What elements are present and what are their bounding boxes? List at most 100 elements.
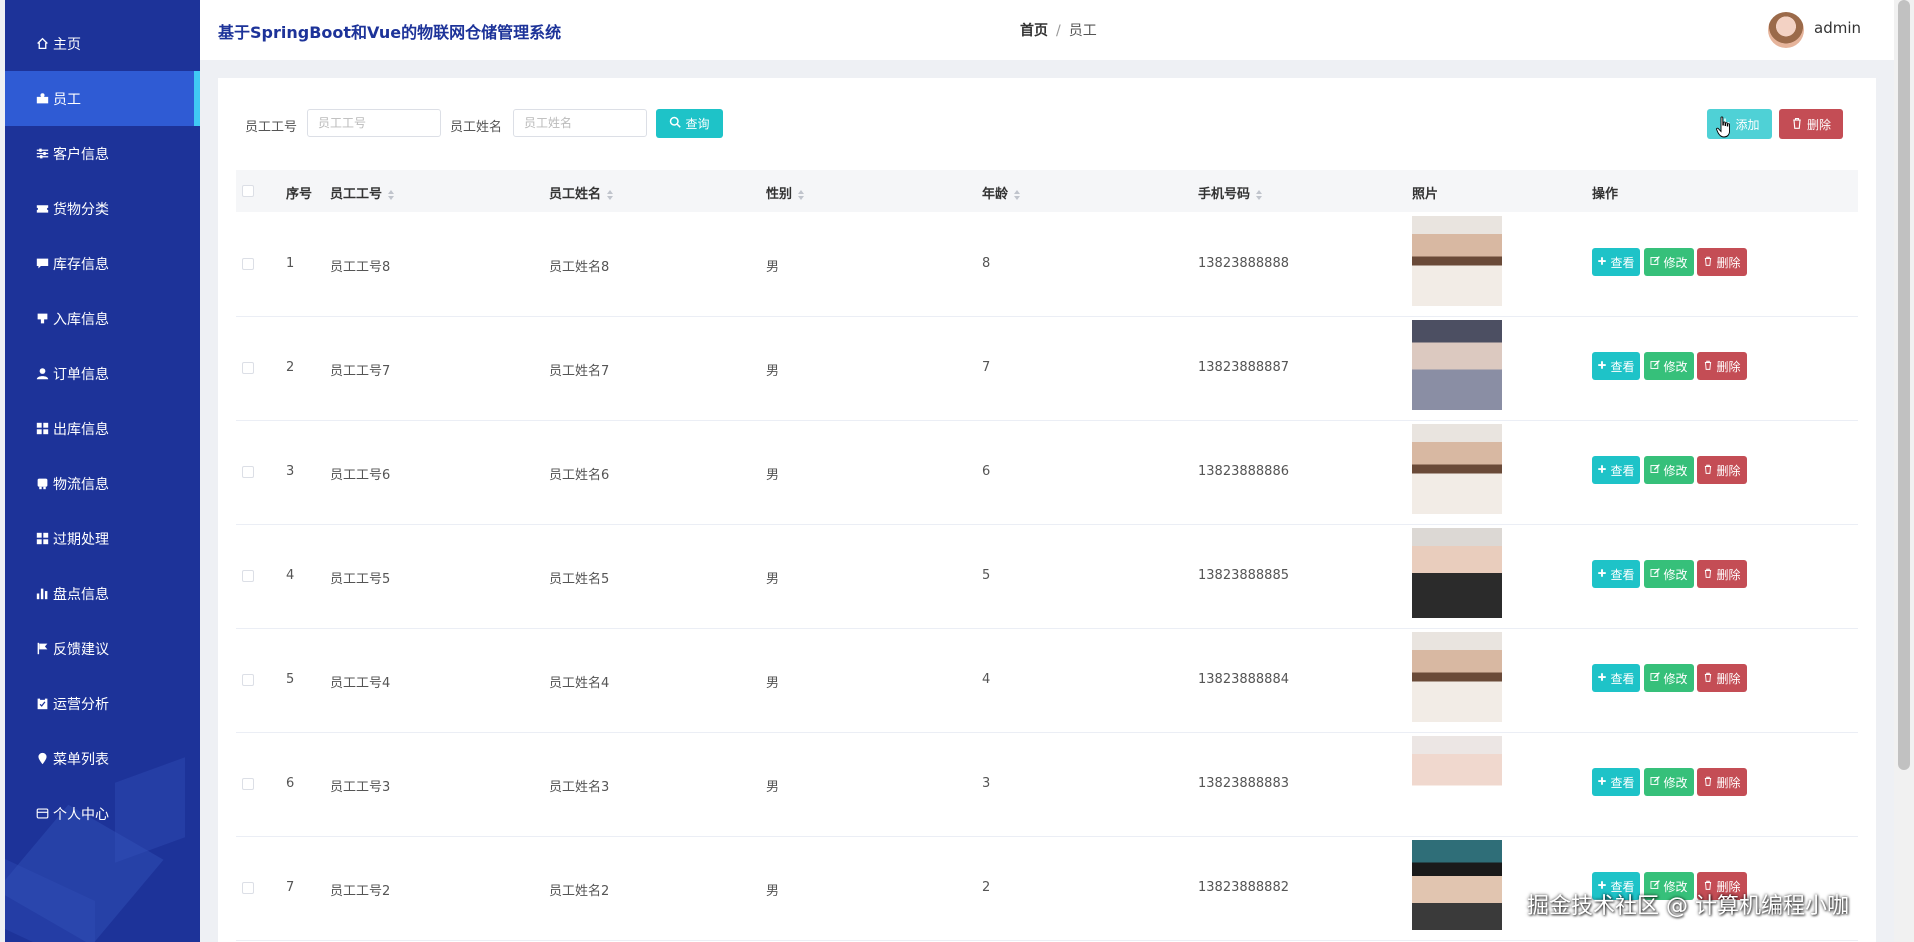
sidebar-item-orders[interactable]: 订单信息 bbox=[5, 346, 200, 401]
column-header-label: 性别 bbox=[766, 187, 793, 202]
employee-photo[interactable] bbox=[1412, 840, 1502, 930]
row-checkbox[interactable] bbox=[242, 882, 254, 894]
row-checkbox[interactable] bbox=[242, 466, 254, 478]
view-button-label: 查看 bbox=[1610, 463, 1635, 478]
person-icon bbox=[35, 367, 49, 381]
home-icon bbox=[35, 37, 49, 51]
sidebar-item-label: 出库信息 bbox=[53, 421, 109, 438]
view-button-label: 查看 bbox=[1610, 359, 1635, 374]
employee-photo[interactable] bbox=[1412, 632, 1502, 722]
sidebar-item-expired[interactable]: 过期处理 bbox=[5, 511, 200, 566]
delete-button[interactable]: 删除 bbox=[1697, 456, 1747, 484]
sort-icon[interactable] bbox=[388, 189, 395, 200]
sidebar-item-menu-list[interactable]: 菜单列表 bbox=[5, 731, 200, 786]
employee-no-input[interactable]: 员工工号 bbox=[307, 109, 441, 137]
delete-button-label: 删除 bbox=[1716, 671, 1741, 686]
cell-gender: 男 bbox=[766, 364, 780, 379]
employee-photo[interactable] bbox=[1412, 424, 1502, 514]
select-all-checkbox[interactable] bbox=[242, 185, 254, 197]
id-card-icon bbox=[35, 807, 49, 821]
edit-icon bbox=[1650, 255, 1661, 269]
edit-button[interactable]: 修改 bbox=[1644, 664, 1694, 692]
flag-icon bbox=[35, 642, 49, 656]
column-header-name[interactable]: 员工姓名 bbox=[549, 183, 614, 202]
sidebar: 主页 员工 客户信息 货物分类 库存信息 入库信息 订单信息 出库信息 物流信息… bbox=[5, 0, 200, 942]
edit-button[interactable]: 修改 bbox=[1644, 248, 1694, 276]
sidebar-item-analytics[interactable]: 运营分析 bbox=[5, 676, 200, 731]
sort-icon[interactable] bbox=[607, 189, 614, 200]
scrollbar-thumb[interactable] bbox=[1898, 0, 1910, 770]
sidebar-item-customer[interactable]: 客户信息 bbox=[5, 126, 200, 181]
view-button[interactable]: 查看 bbox=[1592, 560, 1640, 588]
row-checkbox[interactable] bbox=[242, 570, 254, 582]
query-button[interactable]: 查询 bbox=[656, 109, 723, 138]
view-button-label: 查看 bbox=[1610, 671, 1635, 686]
cell-employee-no: 员工工号4 bbox=[330, 676, 391, 691]
sidebar-item-outbound[interactable]: 出库信息 bbox=[5, 401, 200, 456]
sidebar-item-inbound[interactable]: 入库信息 bbox=[5, 291, 200, 346]
sidebar-item-stocktake[interactable]: 盘点信息 bbox=[5, 566, 200, 621]
cell-gender: 男 bbox=[766, 780, 780, 795]
edit-icon bbox=[1650, 463, 1661, 477]
delete-button[interactable]: 删除 bbox=[1697, 768, 1747, 796]
edit-button[interactable]: 修改 bbox=[1644, 456, 1694, 484]
view-button[interactable]: 查看 bbox=[1592, 456, 1640, 484]
sort-icon[interactable] bbox=[1256, 189, 1263, 200]
row-checkbox[interactable] bbox=[242, 362, 254, 374]
trash-icon bbox=[1703, 567, 1713, 581]
delete-button[interactable]: 删除 bbox=[1697, 352, 1747, 380]
grid-icon bbox=[35, 422, 49, 436]
cell-index: 7 bbox=[286, 880, 295, 895]
trash-icon bbox=[1703, 359, 1713, 373]
plus-icon bbox=[1597, 255, 1607, 269]
sidebar-item-profile[interactable]: 个人中心 bbox=[5, 786, 200, 841]
employee-photo[interactable] bbox=[1412, 528, 1502, 618]
sidebar-item-feedback[interactable]: 反馈建议 bbox=[5, 621, 200, 676]
sort-icon[interactable] bbox=[1014, 189, 1021, 200]
cell-gender: 男 bbox=[766, 676, 780, 691]
column-header-employee-no[interactable]: 员工工号 bbox=[330, 183, 395, 202]
delete-button[interactable]: 删除 bbox=[1697, 664, 1747, 692]
cell-gender: 男 bbox=[766, 884, 780, 899]
trash-icon bbox=[1791, 117, 1803, 132]
delete-button[interactable]: 删除 bbox=[1697, 248, 1747, 276]
employee-photo[interactable] bbox=[1412, 216, 1502, 306]
edit-button[interactable]: 修改 bbox=[1644, 352, 1694, 380]
cell-name: 员工姓名5 bbox=[549, 572, 610, 587]
username[interactable]: admin bbox=[1814, 19, 1861, 37]
column-header-phone[interactable]: 手机号码 bbox=[1198, 183, 1263, 202]
view-button[interactable]: 查看 bbox=[1592, 768, 1640, 796]
row-checkbox[interactable] bbox=[242, 674, 254, 686]
view-button[interactable]: 查看 bbox=[1592, 248, 1640, 276]
delete-button-label: 删除 bbox=[1716, 463, 1741, 478]
sidebar-item-home[interactable]: 主页 bbox=[5, 16, 200, 71]
employee-photo[interactable] bbox=[1412, 736, 1502, 826]
column-header-gender[interactable]: 性别 bbox=[766, 183, 805, 202]
view-button[interactable]: 查看 bbox=[1592, 352, 1640, 380]
sidebar-item-label: 货物分类 bbox=[53, 201, 109, 218]
delete-button-label: 删除 bbox=[1806, 117, 1831, 132]
column-header-age[interactable]: 年龄 bbox=[982, 183, 1021, 202]
sidebar-item-inventory[interactable]: 库存信息 bbox=[5, 236, 200, 291]
edit-button-label: 修改 bbox=[1663, 255, 1688, 270]
view-button[interactable]: 查看 bbox=[1592, 664, 1640, 692]
row-checkbox[interactable] bbox=[242, 778, 254, 790]
cell-employee-no: 员工工号6 bbox=[330, 468, 391, 483]
employee-name-input[interactable]: 员工姓名 bbox=[513, 109, 647, 137]
row-checkbox[interactable] bbox=[242, 258, 254, 270]
cell-phone: 13823888882 bbox=[1198, 880, 1289, 895]
table-row: 4 员工工号5 员工姓名5 男 5 13823888885 查看 修改 删除 bbox=[236, 524, 1858, 629]
edit-button[interactable]: 修改 bbox=[1644, 560, 1694, 588]
sidebar-item-employee[interactable]: 员工 bbox=[5, 71, 200, 126]
page-scrollbar[interactable] bbox=[1894, 0, 1914, 942]
avatar[interactable] bbox=[1768, 12, 1804, 48]
delete-button[interactable]: 删除 bbox=[1697, 560, 1747, 588]
sort-icon[interactable] bbox=[798, 189, 805, 200]
sidebar-item-logistics[interactable]: 物流信息 bbox=[5, 456, 200, 511]
employee-photo[interactable] bbox=[1412, 320, 1502, 410]
cell-name: 员工姓名4 bbox=[549, 676, 610, 691]
sidebar-item-goods-category[interactable]: 货物分类 bbox=[5, 181, 200, 236]
edit-button[interactable]: 修改 bbox=[1644, 768, 1694, 796]
batch-delete-button[interactable]: 删除 bbox=[1779, 109, 1843, 139]
breadcrumb-home[interactable]: 首页 bbox=[1020, 23, 1048, 39]
